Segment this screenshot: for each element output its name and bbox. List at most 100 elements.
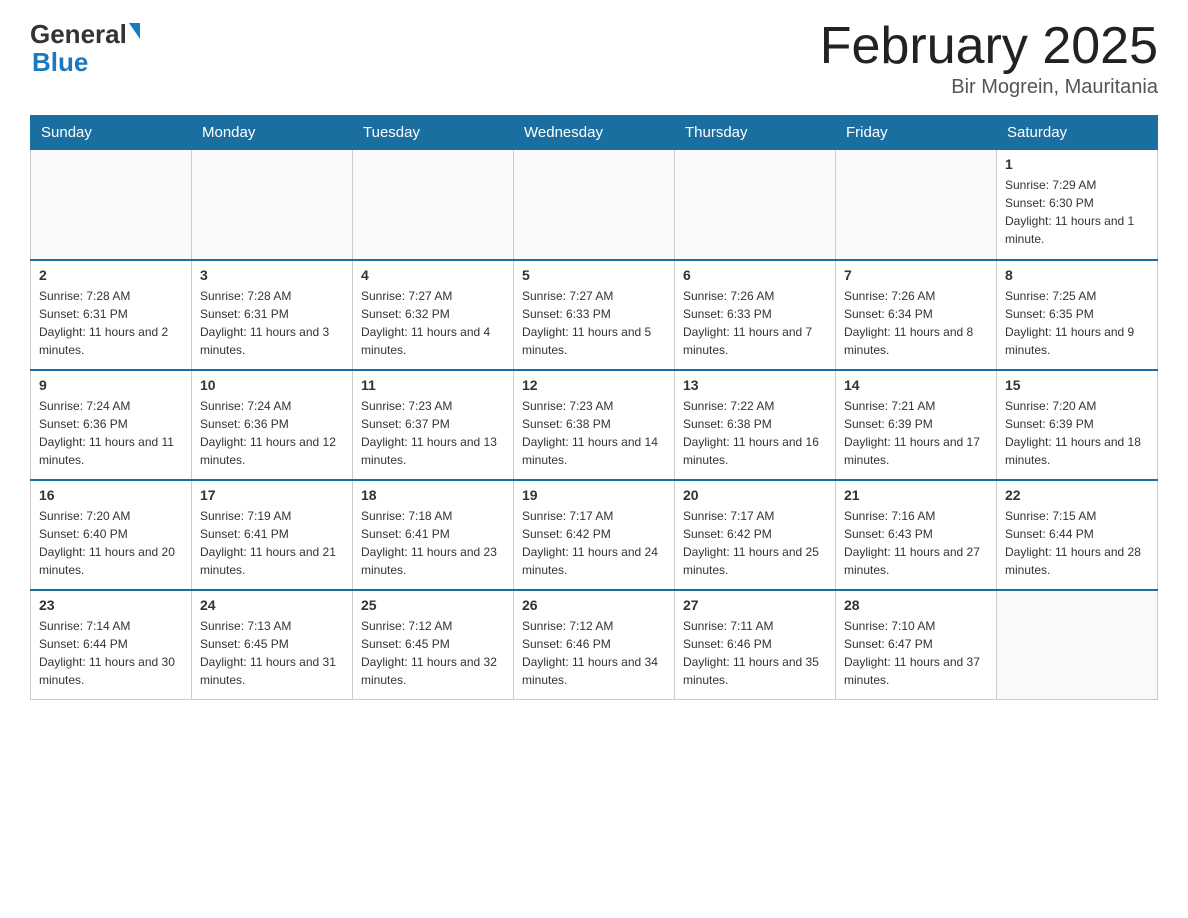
day-number: 17 — [200, 487, 344, 503]
col-header-saturday: Saturday — [997, 116, 1158, 150]
calendar-week-4: 16Sunrise: 7:20 AM Sunset: 6:40 PM Dayli… — [31, 480, 1158, 590]
day-info: Sunrise: 7:26 AM Sunset: 6:33 PM Dayligh… — [683, 287, 827, 359]
calendar-cell: 8 Sunrise: 7:25 AM Sunset: 6:35 PM Daylig… — [997, 260, 1158, 370]
calendar-cell — [675, 150, 836, 260]
day-number: 25 — [361, 597, 505, 613]
day-info: Sunrise: 7:28 AM Sunset: 6:31 PM Dayligh… — [39, 287, 183, 359]
day-info: Sunrise: 7:17 AM Sunset: 6:42 PM Dayligh… — [522, 507, 666, 579]
calendar-cell: 9 Sunrise: 7:24 AM Sunset: 6:36 PM Daylig… — [31, 370, 192, 480]
day-number: 13 — [683, 377, 827, 393]
col-header-sunday: Sunday — [31, 116, 192, 150]
day-info: Sunrise: 7:27 AM Sunset: 6:32 PM Dayligh… — [361, 287, 505, 359]
day-number: 28 — [844, 597, 988, 613]
calendar-header-row: SundayMondayTuesdayWednesdayThursdayFrid… — [31, 116, 1158, 150]
calendar-cell: 26 Sunrise: 7:12 AM Sunset: 6:46 PM Dayli… — [514, 590, 675, 700]
day-info: Sunrise: 7:10 AM Sunset: 6:47 PM Dayligh… — [844, 617, 988, 689]
calendar-cell: 23Sunrise: 7:14 AM Sunset: 6:44 PM Dayli… — [31, 590, 192, 700]
calendar-cell: 10 Sunrise: 7:24 AM Sunset: 6:36 PM Dayli… — [192, 370, 353, 480]
calendar-cell: 1Sunrise: 7:29 AM Sunset: 6:30 PM Daylig… — [997, 150, 1158, 260]
day-number: 10 — [200, 377, 344, 393]
calendar-cell: 24Sunrise: 7:13 AM Sunset: 6:45 PM Dayli… — [192, 590, 353, 700]
calendar-week-5: 23Sunrise: 7:14 AM Sunset: 6:44 PM Dayli… — [31, 590, 1158, 700]
day-number: 4 — [361, 267, 505, 283]
logo-blue: Blue — [32, 47, 88, 77]
calendar-cell — [31, 150, 192, 260]
day-number: 3 — [200, 267, 344, 283]
logo-general: General — [30, 19, 127, 49]
day-info: Sunrise: 7:23 AM Sunset: 6:37 PM Dayligh… — [361, 397, 505, 469]
calendar-table: SundayMondayTuesdayWednesdayThursdayFrid… — [30, 115, 1158, 700]
col-header-tuesday: Tuesday — [353, 116, 514, 150]
month-title: February 2025 — [820, 20, 1158, 72]
day-number: 27 — [683, 597, 827, 613]
day-info: Sunrise: 7:20 AM Sunset: 6:40 PM Dayligh… — [39, 507, 183, 579]
col-header-thursday: Thursday — [675, 116, 836, 150]
day-info: Sunrise: 7:24 AM Sunset: 6:36 PM Dayligh… — [200, 397, 344, 469]
day-number: 5 — [522, 267, 666, 283]
calendar-cell — [514, 150, 675, 260]
calendar-cell: 5 Sunrise: 7:27 AM Sunset: 6:33 PM Daylig… — [514, 260, 675, 370]
day-info: Sunrise: 7:21 AM Sunset: 6:39 PM Dayligh… — [844, 397, 988, 469]
calendar-cell: 4 Sunrise: 7:27 AM Sunset: 6:32 PM Daylig… — [353, 260, 514, 370]
day-number: 19 — [522, 487, 666, 503]
day-number: 2 — [39, 267, 183, 283]
calendar-cell — [997, 590, 1158, 700]
day-number: 11 — [361, 377, 505, 393]
col-header-monday: Monday — [192, 116, 353, 150]
day-info: Sunrise: 7:15 AM Sunset: 6:44 PM Dayligh… — [1005, 507, 1149, 579]
calendar-week-1: 1Sunrise: 7:29 AM Sunset: 6:30 PM Daylig… — [31, 150, 1158, 260]
calendar-cell: 21Sunrise: 7:16 AM Sunset: 6:43 PM Dayli… — [836, 480, 997, 590]
day-number: 21 — [844, 487, 988, 503]
calendar-cell — [192, 150, 353, 260]
day-number: 22 — [1005, 487, 1149, 503]
day-info: Sunrise: 7:28 AM Sunset: 6:31 PM Dayligh… — [200, 287, 344, 359]
calendar-cell: 28 Sunrise: 7:10 AM Sunset: 6:47 PM Dayli… — [836, 590, 997, 700]
title-area: February 2025 Bir Mogrein, Mauritania — [820, 20, 1158, 99]
calendar-cell: 7 Sunrise: 7:26 AM Sunset: 6:34 PM Daylig… — [836, 260, 997, 370]
day-number: 8 — [1005, 267, 1149, 283]
calendar-cell: 22 Sunrise: 7:15 AM Sunset: 6:44 PM Dayli… — [997, 480, 1158, 590]
location-subtitle: Bir Mogrein, Mauritania — [820, 76, 1158, 99]
day-info: Sunrise: 7:14 AM Sunset: 6:44 PM Dayligh… — [39, 617, 183, 689]
calendar-cell: 13 Sunrise: 7:22 AM Sunset: 6:38 PM Dayli… — [675, 370, 836, 480]
day-number: 9 — [39, 377, 183, 393]
day-info: Sunrise: 7:12 AM Sunset: 6:45 PM Dayligh… — [361, 617, 505, 689]
day-info: Sunrise: 7:12 AM Sunset: 6:46 PM Dayligh… — [522, 617, 666, 689]
day-info: Sunrise: 7:27 AM Sunset: 6:33 PM Dayligh… — [522, 287, 666, 359]
calendar-cell: 18Sunrise: 7:18 AM Sunset: 6:41 PM Dayli… — [353, 480, 514, 590]
day-number: 6 — [683, 267, 827, 283]
day-info: Sunrise: 7:18 AM Sunset: 6:41 PM Dayligh… — [361, 507, 505, 579]
day-number: 1 — [1005, 156, 1149, 172]
day-info: Sunrise: 7:24 AM Sunset: 6:36 PM Dayligh… — [39, 397, 183, 469]
day-number: 15 — [1005, 377, 1149, 393]
calendar-cell: 19 Sunrise: 7:17 AM Sunset: 6:42 PM Dayli… — [514, 480, 675, 590]
day-info: Sunrise: 7:22 AM Sunset: 6:38 PM Dayligh… — [683, 397, 827, 469]
day-info: Sunrise: 7:23 AM Sunset: 6:38 PM Dayligh… — [522, 397, 666, 469]
calendar-cell — [836, 150, 997, 260]
calendar-cell: 14 Sunrise: 7:21 AM Sunset: 6:39 PM Dayli… — [836, 370, 997, 480]
calendar-cell: 17Sunrise: 7:19 AM Sunset: 6:41 PM Dayli… — [192, 480, 353, 590]
calendar-cell: 12 Sunrise: 7:23 AM Sunset: 6:38 PM Dayli… — [514, 370, 675, 480]
day-number: 14 — [844, 377, 988, 393]
col-header-friday: Friday — [836, 116, 997, 150]
day-info: Sunrise: 7:26 AM Sunset: 6:34 PM Dayligh… — [844, 287, 988, 359]
calendar-cell: 2 Sunrise: 7:28 AM Sunset: 6:31 PM Daylig… — [31, 260, 192, 370]
day-number: 26 — [522, 597, 666, 613]
day-info: Sunrise: 7:25 AM Sunset: 6:35 PM Dayligh… — [1005, 287, 1149, 359]
calendar-week-3: 9 Sunrise: 7:24 AM Sunset: 6:36 PM Daylig… — [31, 370, 1158, 480]
calendar-cell: 25 Sunrise: 7:12 AM Sunset: 6:45 PM Dayli… — [353, 590, 514, 700]
calendar-cell: 15Sunrise: 7:20 AM Sunset: 6:39 PM Dayli… — [997, 370, 1158, 480]
day-info: Sunrise: 7:17 AM Sunset: 6:42 PM Dayligh… — [683, 507, 827, 579]
day-number: 12 — [522, 377, 666, 393]
page-header: General Blue February 2025 Bir Mogrein, … — [30, 20, 1158, 99]
calendar-week-2: 2 Sunrise: 7:28 AM Sunset: 6:31 PM Daylig… — [31, 260, 1158, 370]
day-info: Sunrise: 7:11 AM Sunset: 6:46 PM Dayligh… — [683, 617, 827, 689]
calendar-cell: 6 Sunrise: 7:26 AM Sunset: 6:33 PM Daylig… — [675, 260, 836, 370]
day-number: 7 — [844, 267, 988, 283]
calendar-cell: 16Sunrise: 7:20 AM Sunset: 6:40 PM Dayli… — [31, 480, 192, 590]
calendar-cell: 27 Sunrise: 7:11 AM Sunset: 6:46 PM Dayli… — [675, 590, 836, 700]
day-info: Sunrise: 7:13 AM Sunset: 6:45 PM Dayligh… — [200, 617, 344, 689]
logo: General Blue — [30, 20, 140, 75]
calendar-cell: 20Sunrise: 7:17 AM Sunset: 6:42 PM Dayli… — [675, 480, 836, 590]
col-header-wednesday: Wednesday — [514, 116, 675, 150]
